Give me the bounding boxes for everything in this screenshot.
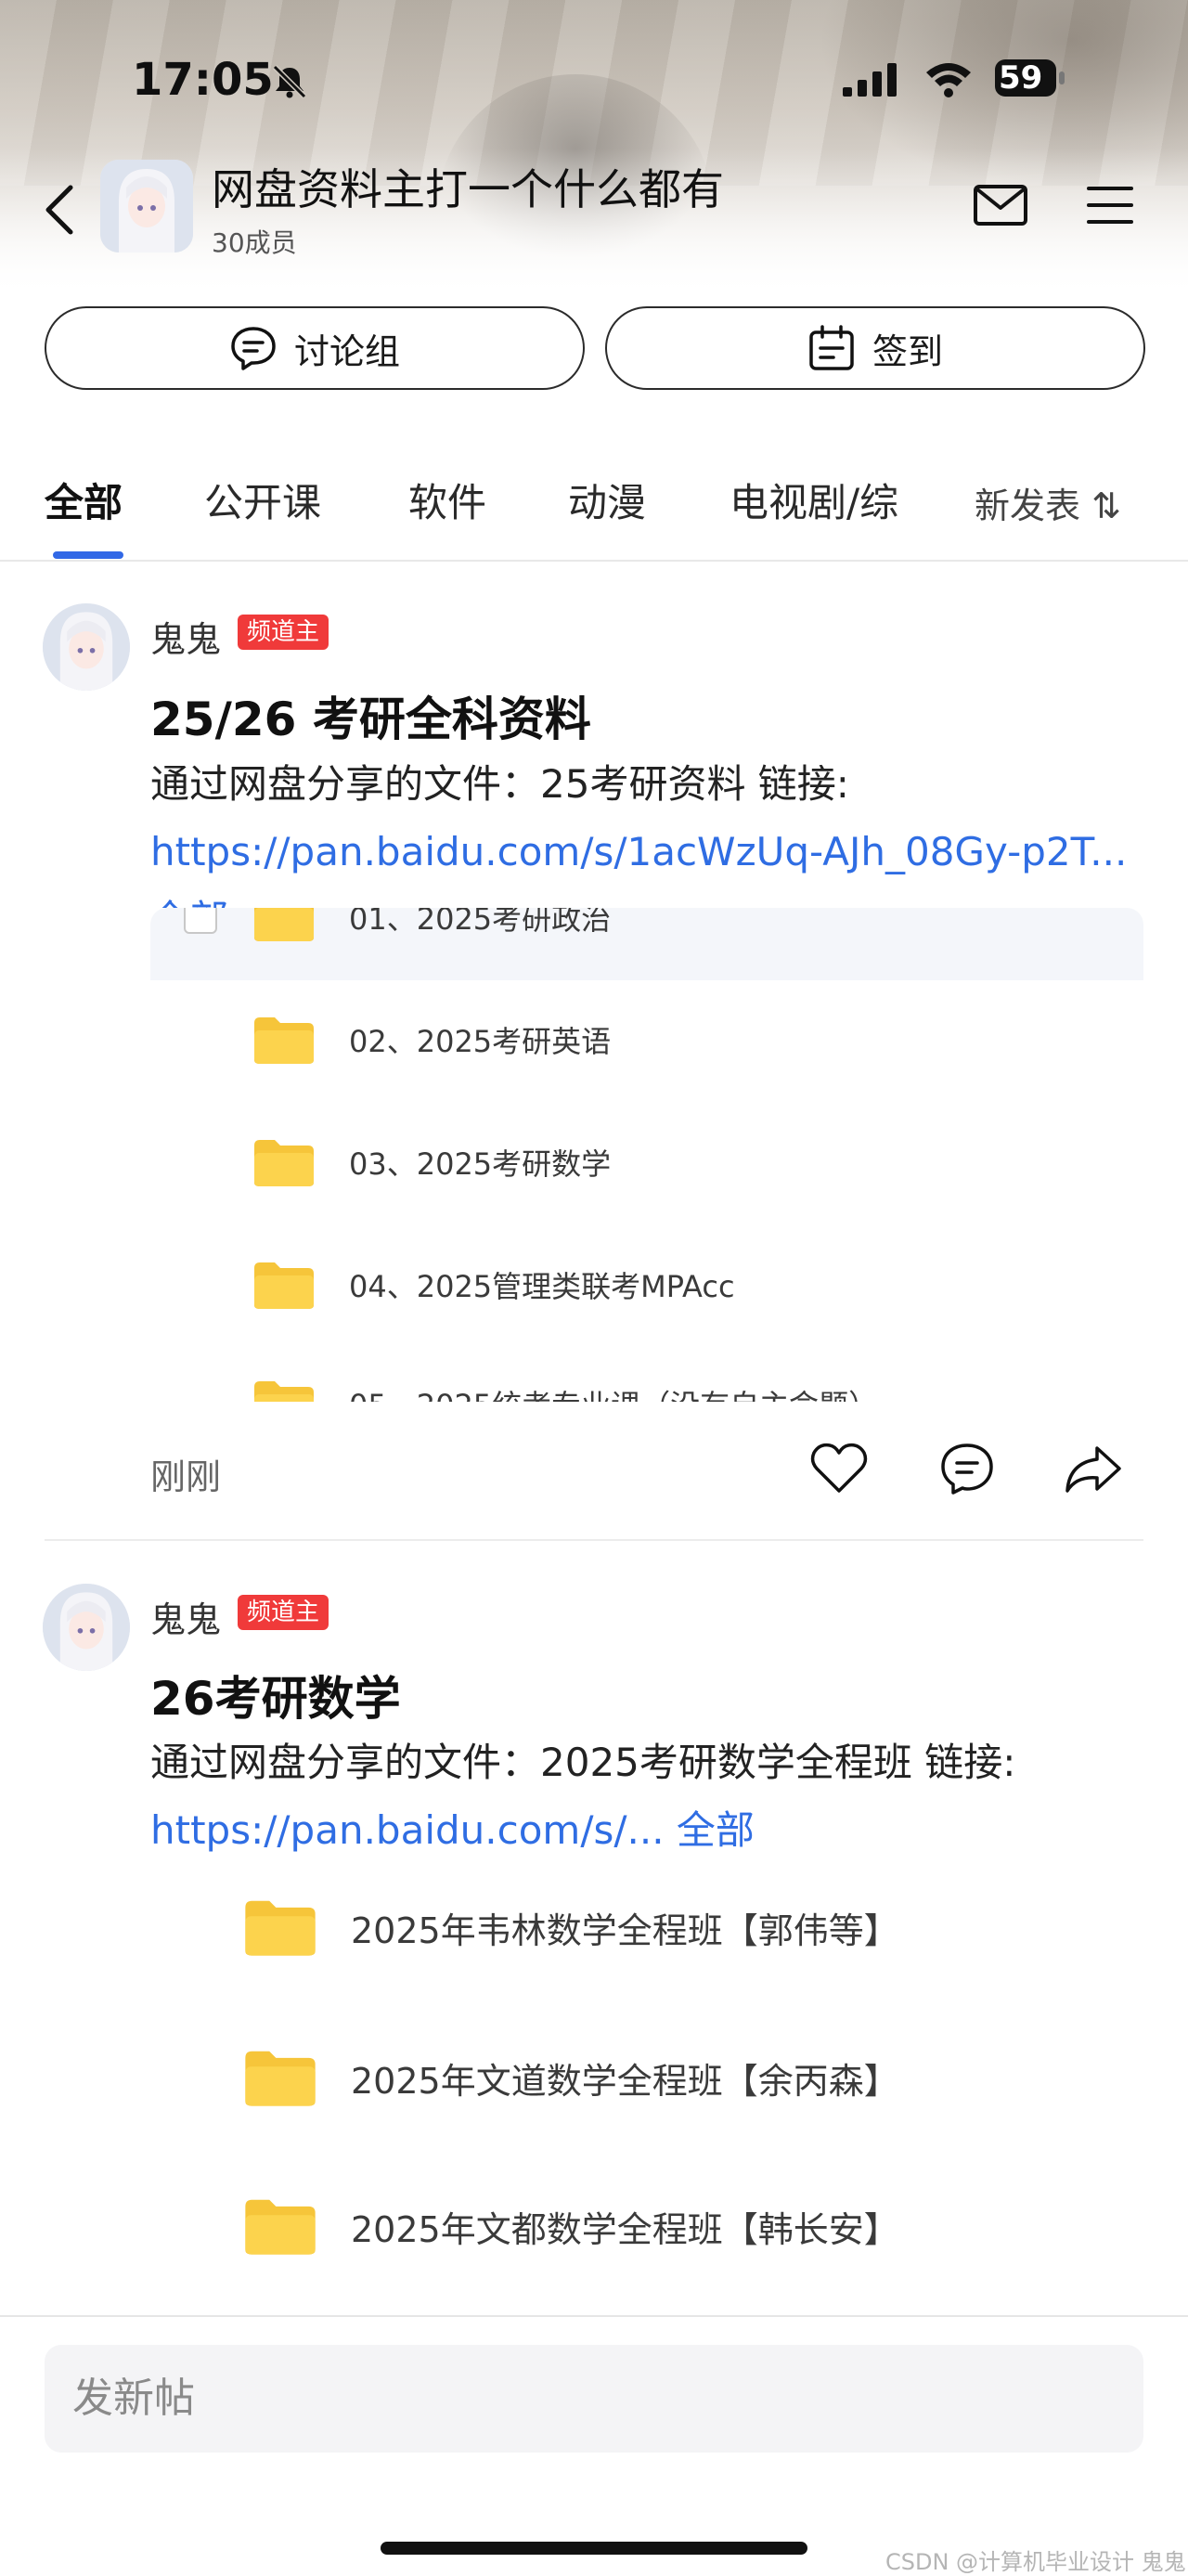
file-item: 2025年韦林数学全程班【郭伟等】 [243, 1890, 899, 1964]
file-item: 01、2025考研政治 [252, 908, 611, 954]
folder-icon [254, 1262, 314, 1309]
sort-newest-button[interactable]: 新发表 ⇅ [975, 477, 1121, 528]
tab-tv-variety[interactable]: 电视剧/综 [730, 472, 898, 528]
tab-software[interactable]: 软件 [408, 472, 486, 528]
bell-muted-icon [272, 64, 307, 99]
channel-owner-badge: 频道主 [238, 1595, 329, 1630]
discussion-group-button[interactable]: 讨论组 [45, 306, 585, 390]
folder-icon [254, 908, 314, 941]
group-avatar[interactable] [100, 160, 193, 252]
file-name: 2025年文道数学全程班【余丙森】 [351, 2060, 899, 2102]
author-name[interactable]: 鬼鬼 [150, 611, 221, 662]
share-arrow-icon[interactable] [1064, 1441, 1123, 1496]
divider [0, 2315, 1188, 2317]
tab-open-course[interactable]: 公开课 [204, 472, 321, 528]
check-in-button[interactable]: 签到 [605, 306, 1145, 390]
chat-bubble-icon [231, 327, 276, 370]
file-item: 04、2025管理类联考MPAcc [252, 1248, 735, 1322]
post-text: 通过网盘分享的文件：2025考研数学全程班 链接: [150, 1740, 1016, 1785]
file-name: 2025年韦林数学全程班【郭伟等】 [351, 1909, 899, 1951]
file-item: 2025年文都数学全程班【韩长安】 [243, 2189, 899, 2263]
new-post-input[interactable]: 发新帖 [45, 2345, 1143, 2453]
file-preview-image[interactable]: 2025年韦林数学全程班【郭伟等】 2025年文道数学全程班【余丙森】 2025… [150, 1871, 1143, 2311]
divider [0, 560, 1188, 562]
folder-icon [245, 2199, 316, 2255]
check-in-label: 签到 [872, 330, 943, 372]
post-title[interactable]: 25/26 考研全科资料 [150, 682, 591, 749]
like-heart-icon[interactable] [809, 1441, 869, 1496]
post-time: 刚刚 [150, 1456, 222, 1497]
status-bar: 17:05 59 [0, 46, 1188, 111]
active-tab-indicator [53, 551, 123, 559]
post-divider [45, 1539, 1143, 1541]
file-item: 2025年文道数学全程班【余丙森】 [243, 2040, 899, 2115]
share-link[interactable]: https://pan.baidu.com/s/... [150, 1807, 665, 1853]
watermark: CSDN @计算机毕业设计 鬼鬼 [885, 2549, 1186, 2575]
home-indicator[interactable] [381, 2542, 807, 2555]
file-preview-image[interactable]: 01、2025考研政治 02、2025考研英语 03、2025考研数学 04、2… [150, 908, 1143, 1402]
folder-icon [245, 1900, 316, 1956]
menu-icon[interactable] [1086, 182, 1134, 228]
author-name[interactable]: 鬼鬼 [150, 1591, 221, 1642]
file-name: 05、2025统考专业课（没有自主命题） [349, 1382, 878, 1402]
author-avatar[interactable] [43, 1584, 130, 1671]
file-item: 05、2025统考专业课（没有自主命题） [252, 1366, 878, 1402]
status-time: 17:05 [132, 54, 274, 106]
comment-icon[interactable] [937, 1441, 997, 1496]
file-name: 2025年文都数学全程班【韩长安】 [351, 2208, 899, 2250]
author-avatar[interactable] [43, 603, 130, 691]
member-count[interactable]: 30成员 [212, 223, 297, 260]
folder-icon [254, 1140, 314, 1186]
tab-all[interactable]: 全部 [45, 472, 123, 528]
channel-owner-badge: 频道主 [238, 615, 329, 650]
file-name: 01、2025考研政治 [349, 908, 612, 937]
cell-signal-icon [843, 63, 897, 97]
post-title[interactable]: 26考研数学 [150, 1662, 401, 1728]
file-item: 03、2025考研数学 [252, 1125, 611, 1199]
back-icon[interactable] [41, 182, 78, 238]
post-body[interactable]: 通过网盘分享的文件：2025考研数学全程班 链接: https://pan.ba… [150, 1728, 1143, 1864]
file-name: 03、2025考研数学 [349, 1146, 612, 1182]
category-tabs: 全部 公开课 软件 动漫 电视剧/综 新发表 ⇅ [0, 455, 1188, 561]
mail-icon[interactable] [973, 182, 1028, 228]
discussion-group-label: 讨论组 [293, 330, 400, 372]
file-name: 02、2025考研英语 [349, 1024, 612, 1059]
file-item: 02、2025考研英语 [252, 1003, 611, 1077]
wifi-icon [926, 63, 971, 97]
expand-all-link[interactable]: 全部 [677, 1807, 755, 1853]
group-title: 网盘资料主打一个什么都有 [212, 164, 724, 214]
folder-icon [254, 1381, 314, 1402]
battery-level: 59 [999, 59, 1043, 97]
file-name: 04、2025管理类联考MPAcc [349, 1269, 735, 1304]
folder-icon [245, 2051, 316, 2106]
checkbox [184, 908, 217, 934]
share-link[interactable]: https://pan.baidu.com/s/1acWzUq-AJh_08Gy… [150, 829, 1127, 874]
post-text: 通过网盘分享的文件：25考研资料 链接: [150, 761, 849, 807]
calendar-icon [809, 325, 854, 370]
folder-icon [254, 1017, 314, 1064]
group-cover-image [0, 0, 1188, 297]
tab-anime[interactable]: 动漫 [568, 472, 646, 528]
